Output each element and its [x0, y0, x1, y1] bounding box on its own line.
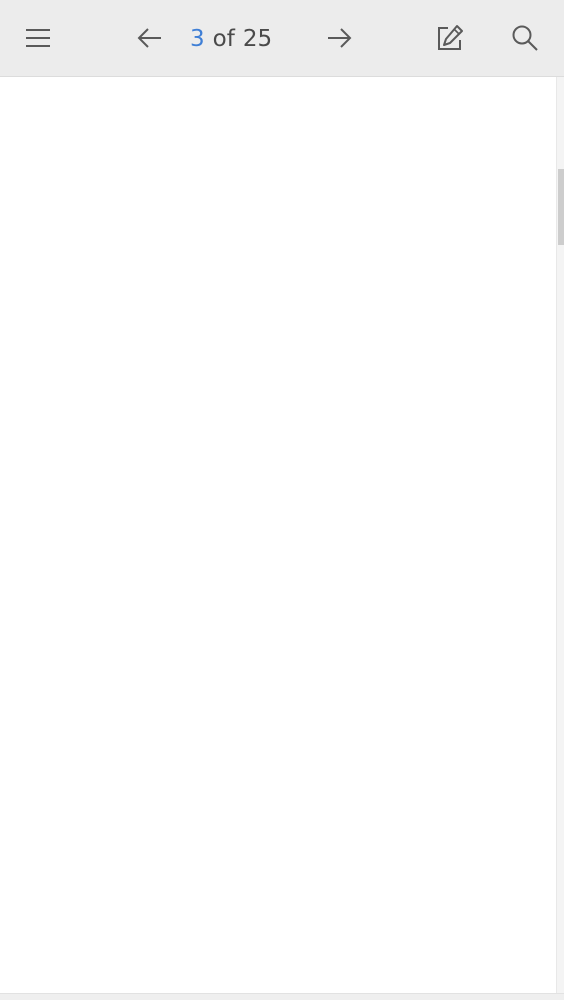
arrow-right-icon — [328, 28, 352, 48]
edit-button[interactable] — [430, 18, 470, 58]
toolbar: 3 of 25 — [0, 0, 564, 77]
total-pages-label: 25 — [242, 26, 273, 52]
next-page-button[interactable] — [319, 18, 359, 58]
search-icon — [512, 25, 538, 51]
menu-button[interactable] — [18, 18, 58, 58]
document-page-area — [0, 77, 556, 993]
edit-pencil-icon — [438, 25, 463, 50]
hamburger-menu-icon — [26, 29, 50, 47]
page-indicator: 3 of 25 — [190, 22, 310, 56]
arrow-left-icon — [137, 28, 161, 48]
document-viewer: 3 of 25 — [0, 0, 564, 1000]
current-page-input[interactable]: 3 — [190, 26, 205, 52]
vertical-scrollbar[interactable] — [556, 77, 564, 993]
bottom-border — [0, 993, 564, 1000]
page-of-label: of — [212, 26, 235, 52]
scrollbar-thumb[interactable] — [558, 169, 564, 245]
previous-page-button[interactable] — [130, 18, 170, 58]
search-button[interactable] — [505, 18, 545, 58]
